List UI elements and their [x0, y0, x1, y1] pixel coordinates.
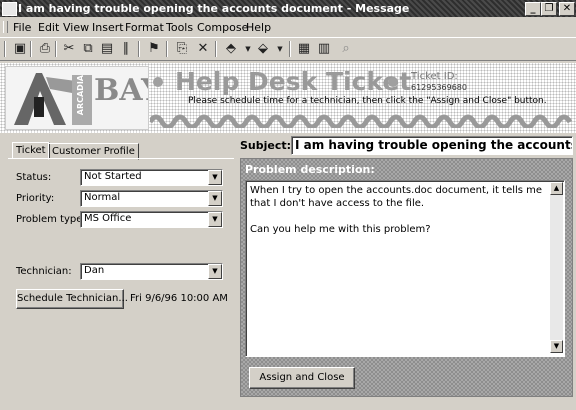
problem-type-label: Problem type: [16, 214, 86, 225]
toolbar-separator [215, 41, 217, 57]
problem-line: Can you help me with this problem? [250, 224, 431, 235]
subject-value: I am having trouble opening the accounts [295, 138, 573, 152]
problem-line: When I try to open the accounts.doc docu… [250, 185, 543, 209]
close-button[interactable]: ✕ [559, 2, 575, 16]
chevron-down-icon[interactable]: ▼ [208, 212, 222, 227]
banner-decoration [150, 114, 573, 128]
priority-value: Normal [84, 192, 121, 203]
tab-divider [8, 158, 234, 159]
move-to-folder-icon[interactable]: ⎘ [174, 41, 190, 57]
menu-bar: File Edit View Insert Format Tools Compo… [0, 18, 576, 36]
problem-description-textarea[interactable]: When I try to open the accounts.doc docu… [245, 180, 565, 357]
chevron-down-icon[interactable]: ▼ [272, 41, 288, 57]
minimize-button[interactable]: _ [525, 2, 541, 16]
ticket-form-pane: Ticket Customer Profile Status: Not Star… [0, 134, 236, 410]
tab-ticket[interactable]: Ticket [12, 142, 50, 159]
toolbar-grip[interactable] [4, 41, 6, 57]
next-item-icon[interactable]: ⬙ [255, 41, 271, 57]
bullet-icon [388, 77, 398, 87]
problem-type-value: MS Office [84, 213, 132, 224]
paste-icon[interactable]: ▤ [99, 41, 115, 57]
menu-grip-handle[interactable] [3, 21, 8, 33]
toolbar-separator [166, 41, 168, 57]
technician-value: Dan [84, 265, 105, 276]
priority-label: Priority: [16, 193, 55, 204]
problem-scrollbar[interactable]: ▲ ▼ [550, 182, 563, 353]
chevron-down-icon[interactable]: ▼ [240, 41, 256, 57]
window-title: I am having trouble opening the accounts… [18, 2, 410, 15]
assign-and-close-button[interactable]: Assign and Close [249, 367, 355, 389]
menu-tools[interactable]: Tools [166, 21, 193, 34]
bullet-icon [153, 77, 163, 87]
logo-text: BAY [94, 73, 148, 108]
logo-small-text: ARCADIA [76, 75, 85, 116]
ticket-id-value: 61295369680 [411, 83, 467, 92]
banner-instruction: Please schedule time for a technician, t… [188, 96, 547, 106]
menu-insert[interactable]: Insert [92, 21, 124, 34]
status-value: Not Started [84, 171, 142, 182]
address-book-icon[interactable]: ▥ [316, 41, 332, 57]
form-design-icon[interactable]: ▦ [296, 41, 312, 57]
cut-icon[interactable]: ✂ [61, 41, 77, 57]
subject-input[interactable]: I am having trouble opening the accounts [291, 136, 573, 155]
print-icon[interactable]: ⎙ [37, 41, 53, 57]
schedule-technician-button[interactable]: Schedule Technician... [16, 289, 128, 309]
problem-type-select[interactable]: MS Office ▼ [80, 211, 223, 228]
previous-item-icon[interactable]: ⬘ [223, 41, 239, 57]
scroll-down-icon[interactable]: ▼ [550, 340, 563, 353]
problem-text: When I try to open the accounts.doc docu… [250, 184, 546, 236]
chevron-down-icon[interactable]: ▼ [208, 191, 222, 206]
schedule-datetime: Fri 9/6/96 10:00 AM [130, 293, 228, 304]
technician-label: Technician: [16, 266, 72, 277]
message-app-icon[interactable] [2, 2, 17, 16]
chevron-down-icon[interactable]: ▼ [208, 170, 222, 185]
toolbar-separator [55, 41, 57, 57]
menu-format[interactable]: Format [125, 21, 164, 34]
copy-icon[interactable]: ⧉ [80, 41, 96, 57]
menu-edit[interactable]: Edit [38, 21, 59, 34]
problem-description-label: Problem description: [245, 163, 375, 176]
menu-help[interactable]: Help [246, 21, 271, 34]
attach-icon[interactable]: ∥ [118, 41, 134, 57]
banner-title: Help Desk Ticket [175, 67, 412, 96]
status-label: Status: [16, 172, 52, 183]
menu-view[interactable]: View [63, 21, 89, 34]
arcadia-bay-logo: ARCADIA BAY [5, 66, 149, 130]
delete-icon[interactable]: ✕ [195, 41, 211, 57]
chevron-down-icon[interactable]: ▼ [208, 264, 222, 279]
restore-button[interactable]: ❐ [541, 2, 557, 16]
technician-select[interactable]: Dan ▼ [80, 263, 223, 280]
menu-file[interactable]: File [13, 21, 31, 34]
save-icon[interactable]: ▣ [12, 41, 28, 57]
help-icon[interactable]: ⌕ [338, 41, 354, 57]
ticket-id-label: Ticket ID: [411, 71, 458, 82]
toolbar-separator [138, 41, 140, 57]
subject-label: Subject: [240, 139, 292, 152]
flag-icon[interactable]: ⚑ [146, 41, 162, 57]
status-select[interactable]: Not Started ▼ [80, 169, 223, 186]
title-bar: I am having trouble opening the accounts… [0, 0, 576, 17]
scroll-up-icon[interactable]: ▲ [550, 182, 563, 195]
priority-select[interactable]: Normal ▼ [80, 190, 223, 207]
menu-compose[interactable]: Compose [197, 21, 248, 34]
toolbar: ▣ ⎙ ✂ ⧉ ▤ ∥ ⚑ ⎘ ✕ ⬘ ▼ ⬙ ▼ ▦ ▥ ⌕ [0, 37, 576, 61]
toolbar-separator [30, 41, 32, 57]
toolbar-separator [289, 41, 291, 57]
